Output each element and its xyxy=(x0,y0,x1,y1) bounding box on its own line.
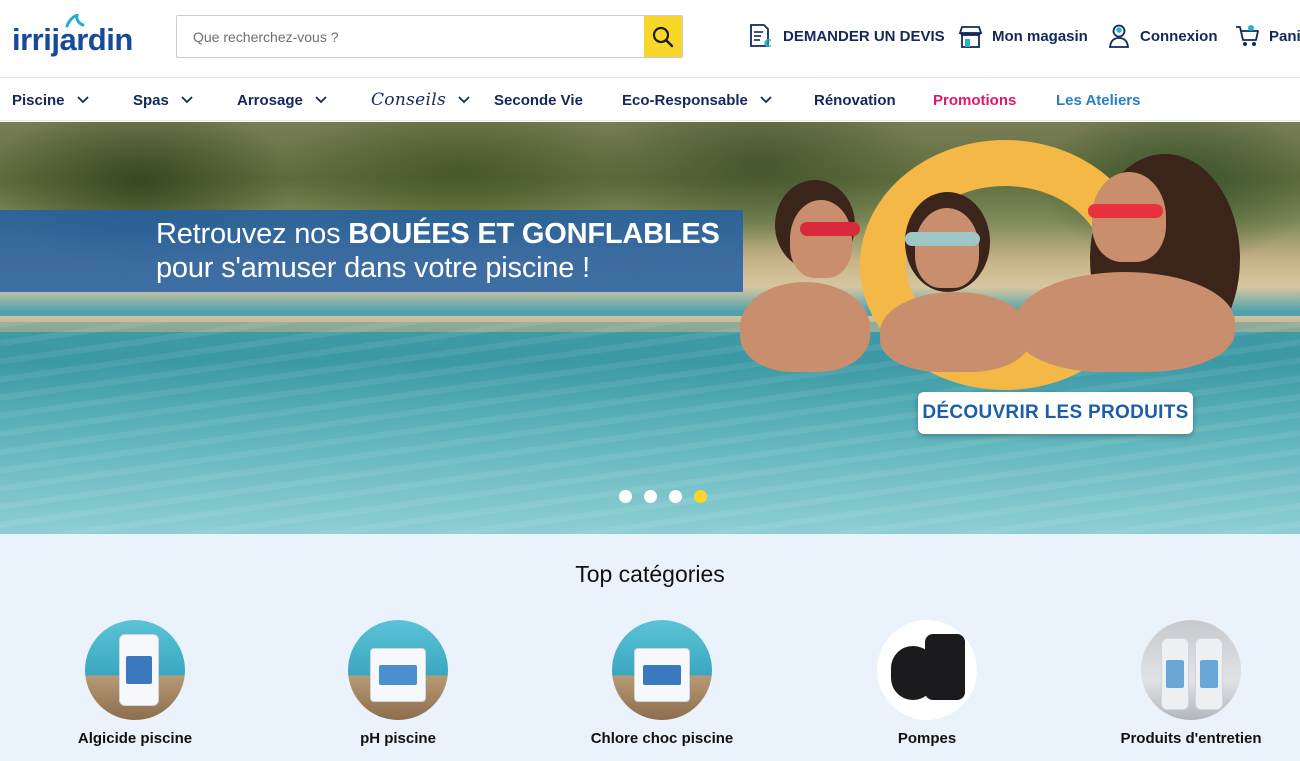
hero-person-body xyxy=(740,282,870,372)
category-pompes[interactable]: Pompes xyxy=(817,620,1037,747)
category-image-pompes xyxy=(877,620,977,720)
my-store-link[interactable]: Mon magasin xyxy=(958,22,1088,50)
hero-person-body xyxy=(880,292,1030,372)
user-icon xyxy=(1108,24,1130,48)
nav-label-promotions: Promotions xyxy=(933,91,1017,109)
pump-housing xyxy=(925,634,965,700)
nav-label-ateliers: Les Ateliers xyxy=(1056,91,1141,109)
category-image-algicide xyxy=(85,620,185,720)
product-bottle xyxy=(1195,638,1223,710)
top-categories-section: Top catégories Algicide piscine pH pisci… xyxy=(0,534,1300,761)
nav-item-conseils[interactable]: Conseils xyxy=(371,79,470,121)
product-bottle xyxy=(1161,638,1189,710)
category-label: Algicide piscine xyxy=(77,730,193,747)
search-icon xyxy=(652,26,674,47)
hero-sunglasses xyxy=(800,222,860,236)
hero-sunglasses xyxy=(905,232,980,246)
nav-label-piscine: Piscine xyxy=(12,91,65,109)
svg-text:€: € xyxy=(763,37,772,49)
chevron-down-icon xyxy=(76,96,89,104)
product-jug xyxy=(119,634,159,706)
category-label: Produits d'entretien xyxy=(1120,730,1262,747)
nav-item-promotions[interactable]: Promotions xyxy=(933,79,1016,121)
search-button[interactable] xyxy=(644,16,682,57)
chevron-down-icon xyxy=(760,96,772,104)
nav-label-seconde-vie: Seconde Vie xyxy=(494,91,583,109)
hero-headline-prefix: Retrouvez nos xyxy=(156,218,349,250)
hero-person-body xyxy=(1015,272,1235,372)
quote-document-icon: € xyxy=(750,24,772,49)
nav-item-arrosage[interactable]: Arrosage xyxy=(237,79,327,121)
search-input[interactable] xyxy=(177,16,645,57)
carousel-dot[interactable] xyxy=(669,490,682,503)
cart-link[interactable]: Panier xyxy=(1235,22,1300,50)
request-quote-label: DEMANDER UN DEVIS xyxy=(783,27,945,45)
nav-item-ateliers[interactable]: Les Ateliers xyxy=(1056,79,1141,121)
carousel-dots xyxy=(619,490,707,503)
category-image-produits-entretien xyxy=(1141,620,1241,720)
cart-icon xyxy=(1236,25,1259,46)
nav-item-spas[interactable]: Spas xyxy=(133,79,193,121)
category-label: Pompes xyxy=(897,730,957,747)
hero-banner[interactable]: Retrouvez nos BOUÉES ET GONFLABLES pour … xyxy=(0,122,1300,534)
category-ph[interactable]: pH piscine xyxy=(288,620,508,747)
my-store-label: Mon magasin xyxy=(992,27,1088,45)
nav-label-spas: Spas xyxy=(133,91,169,109)
category-label: Chlore choc piscine xyxy=(590,730,734,747)
chevron-down-icon xyxy=(181,96,193,104)
nav-item-piscine[interactable]: Piscine xyxy=(12,79,89,121)
site-header: irrijardin € DEMANDER UN DEVIS xyxy=(0,0,1300,78)
chevron-down-icon xyxy=(458,96,470,104)
hero-headline-bold: BOUÉES ET GONFLABLES xyxy=(348,218,720,250)
product-tub xyxy=(634,648,690,702)
store-icon xyxy=(958,25,983,48)
category-label: pH piscine xyxy=(360,730,436,747)
hero-person-face xyxy=(915,208,979,288)
hero-person-face xyxy=(790,200,852,278)
discover-products-button[interactable]: DÉCOUVRIR LES PRODUITS xyxy=(918,392,1193,434)
request-quote-link[interactable]: € DEMANDER UN DEVIS xyxy=(748,22,945,50)
nav-item-seconde-vie[interactable]: Seconde Vie xyxy=(494,79,583,121)
chevron-down-icon xyxy=(315,96,327,104)
search-bar xyxy=(176,15,683,58)
nav-label-conseils: Conseils xyxy=(371,90,446,110)
carousel-dot-active[interactable] xyxy=(694,490,707,503)
category-chlore-choc[interactable]: Chlore choc piscine xyxy=(552,620,772,747)
top-categories-title: Top catégories xyxy=(575,561,725,587)
hero-headline: Retrouvez nos BOUÉES ET GONFLABLES xyxy=(156,218,720,251)
category-image-chlore-choc xyxy=(612,620,712,720)
nav-label-renovation: Rénovation xyxy=(814,91,896,109)
irrijardin-logo[interactable]: irrijardin xyxy=(12,14,133,58)
category-image-ph xyxy=(348,620,448,720)
nav-item-renovation[interactable]: Rénovation xyxy=(814,79,896,121)
nav-label-eco-responsable: Eco-Responsable xyxy=(622,91,748,109)
login-label: Connexion xyxy=(1140,27,1218,45)
nav-item-eco-responsable[interactable]: Eco-Responsable xyxy=(622,79,772,121)
carousel-dot[interactable] xyxy=(619,490,632,503)
carousel-dot[interactable] xyxy=(644,490,657,503)
hero-sunglasses xyxy=(1088,204,1163,218)
nav-label-arrosage: Arrosage xyxy=(237,91,303,109)
hero-subheadline: pour s'amuser dans votre piscine ! xyxy=(156,252,590,284)
main-navigation: Piscine Spas Arrosage Conseils Seconde V… xyxy=(0,79,1300,121)
cart-label: Panier xyxy=(1269,27,1300,45)
water-drop-icon xyxy=(65,14,85,28)
login-link[interactable]: Connexion xyxy=(1107,22,1218,50)
product-tub xyxy=(370,648,426,702)
category-algicide[interactable]: Algicide piscine xyxy=(25,620,245,747)
category-produits-entretien[interactable]: Produits d'entretien xyxy=(1081,620,1300,747)
